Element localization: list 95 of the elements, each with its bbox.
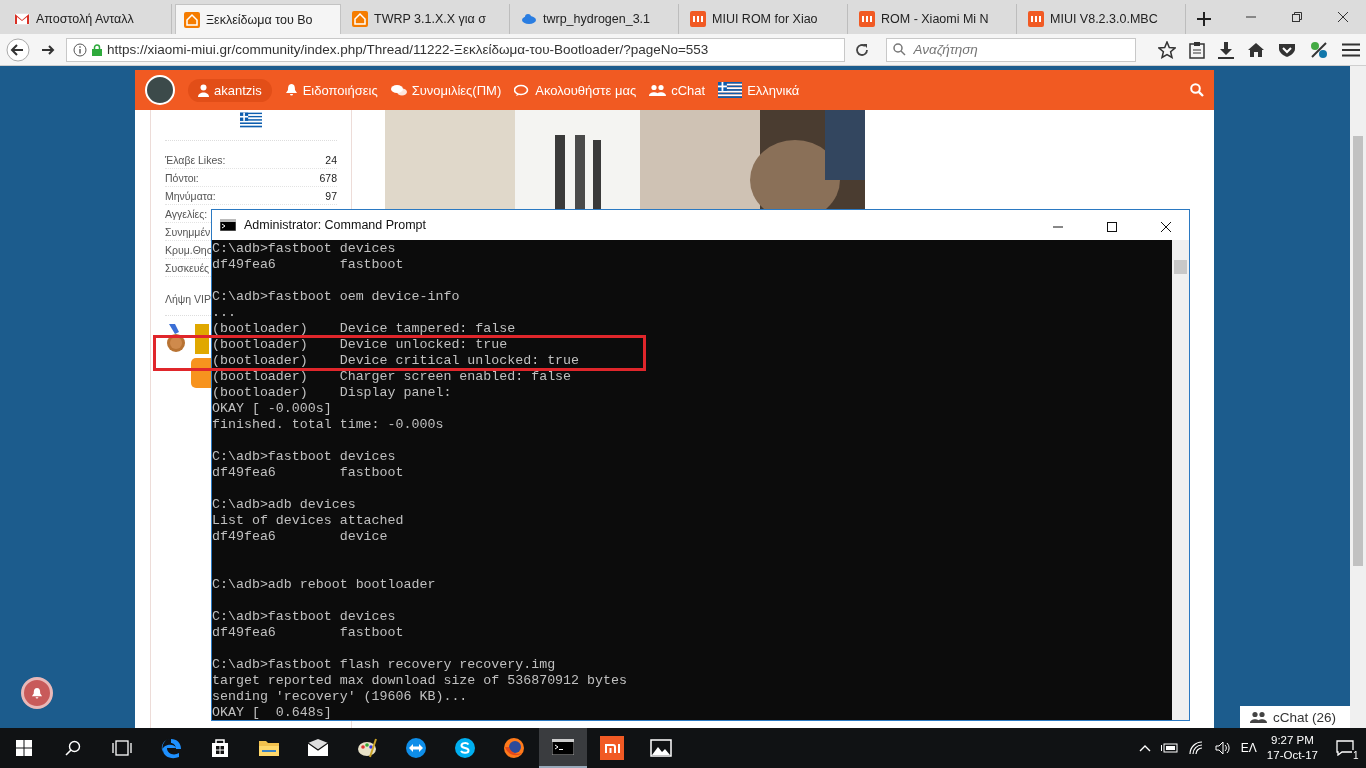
bell-icon bbox=[284, 83, 298, 97]
bag-icon bbox=[209, 737, 231, 759]
medal-icon bbox=[165, 324, 187, 354]
browser-tab[interactable]: Ξεκλείδωμα του Bo bbox=[175, 4, 341, 34]
console-line: (bootloader) Device critical unlocked: true bbox=[212, 353, 581, 369]
palette-icon bbox=[356, 737, 378, 759]
taskbar-app[interactable] bbox=[539, 728, 587, 768]
user-icon bbox=[198, 83, 209, 97]
menu-icon[interactable] bbox=[1342, 42, 1360, 57]
stat-label: Πόντοι: bbox=[165, 171, 199, 184]
info-icon[interactable] bbox=[72, 42, 87, 57]
console-line: OKAY [ -0.000s] bbox=[212, 401, 333, 417]
stat-label: Μηνύματα: bbox=[165, 189, 216, 202]
scrollbar[interactable] bbox=[1172, 240, 1189, 720]
logo-icon bbox=[690, 11, 706, 27]
volume-icon[interactable] bbox=[1214, 741, 1231, 755]
users-icon bbox=[649, 83, 667, 97]
chevron-up-icon[interactable] bbox=[1138, 744, 1151, 752]
console-line: C:\adb>fastboot flash recovery recovery.img bbox=[212, 657, 557, 673]
console-line: (bootloader) Display panel: bbox=[212, 385, 453, 401]
chat-icon bbox=[390, 83, 407, 97]
console-line: df49fea6 device bbox=[212, 529, 389, 545]
console-line: C:\adb>adb devices bbox=[212, 497, 357, 513]
back-button[interactable] bbox=[6, 37, 30, 62]
task-view-icon bbox=[112, 740, 132, 756]
console-line: df49fea6 fastboot bbox=[212, 465, 405, 481]
console-line: List of devices attached bbox=[212, 513, 405, 529]
users-icon bbox=[1250, 710, 1267, 724]
console-line: C:\adb>adb reboot bootloader bbox=[212, 577, 437, 593]
arrows-icon bbox=[405, 737, 427, 759]
search-icon bbox=[65, 740, 81, 756]
message-icon bbox=[1336, 740, 1354, 756]
console-line: finished. total time: -0.000s bbox=[212, 417, 445, 433]
stat-label: Κρυμ.Θησ bbox=[165, 243, 214, 256]
console-line: (bootloader) Device unlocked: true bbox=[212, 337, 509, 353]
search-icon bbox=[893, 43, 907, 56]
browser-icon bbox=[160, 737, 182, 759]
folder-icon bbox=[258, 738, 280, 758]
stat-value: 678 bbox=[319, 171, 337, 184]
stat-label: Αγγελίες: bbox=[165, 207, 208, 220]
fox-globe-icon bbox=[503, 737, 525, 759]
download-icon[interactable] bbox=[1218, 40, 1234, 59]
plus-icon bbox=[1197, 12, 1211, 26]
console-line: C:\adb>fastboot devices bbox=[212, 609, 397, 625]
terminal-icon bbox=[220, 219, 236, 231]
star-icon[interactable] bbox=[1158, 40, 1176, 59]
search-icon[interactable] bbox=[1190, 83, 1204, 97]
action-center-button[interactable]: 1 bbox=[1328, 728, 1362, 768]
address-field[interactable]: https://xiaomi-miui.gr/community/index.php/Thread/11222-Ξεκλείδωμα-του-Bootloader/?pageNo=553 bbox=[65, 37, 845, 62]
console-line: (bootloader) Device tampered: false bbox=[212, 321, 517, 337]
flag-icon bbox=[718, 82, 743, 98]
console-line: target reported max download size of 536870912 bytes bbox=[212, 673, 628, 689]
battery-icon[interactable] bbox=[1160, 742, 1179, 754]
chat-icon bbox=[514, 83, 531, 97]
chat-button[interactable]: cChat (26) bbox=[1240, 706, 1350, 728]
extension-icon[interactable] bbox=[1309, 39, 1329, 60]
home-icon bbox=[352, 11, 368, 27]
logo-icon bbox=[859, 11, 875, 27]
console-line: df49fea6 fastboot bbox=[212, 257, 405, 273]
terminal-icon bbox=[552, 739, 574, 755]
language-indicator[interactable]: ΕΛ bbox=[1240, 741, 1257, 755]
avatar[interactable] bbox=[145, 75, 175, 105]
bell-icon bbox=[31, 686, 43, 700]
console-line: C:\adb>fastboot devices bbox=[212, 449, 397, 465]
console-line: C:\adb>fastboot devices bbox=[212, 241, 397, 257]
shield-icon[interactable] bbox=[1278, 41, 1296, 58]
search-box[interactable]: Αναζήτηση bbox=[886, 37, 1136, 62]
console-line: OKAY [ 0.648s] bbox=[212, 705, 333, 720]
skype-icon bbox=[454, 737, 476, 759]
stat-label: Συνημμέν bbox=[165, 225, 211, 238]
stat-value: 24 bbox=[325, 153, 337, 166]
search-field[interactable]: Αναζήτηση bbox=[911, 41, 1116, 58]
clipboard-icon[interactable] bbox=[1189, 40, 1205, 59]
lock-icon bbox=[91, 43, 102, 56]
home-icon bbox=[184, 11, 200, 28]
stat-value: 97 bbox=[325, 189, 337, 202]
home-icon[interactable] bbox=[1247, 41, 1265, 58]
console-line: sending 'recovery' (19606 KB)... bbox=[212, 689, 469, 705]
logo-icon bbox=[1028, 11, 1044, 27]
mail-icon bbox=[14, 13, 30, 25]
clock[interactable]: 9:27 PM 17-Oct-17 bbox=[1266, 733, 1318, 763]
console-line: df49fea6 fastboot bbox=[212, 625, 405, 641]
scrollbar[interactable] bbox=[1350, 66, 1366, 728]
windows-icon bbox=[16, 740, 32, 756]
image-icon bbox=[650, 739, 672, 757]
envelope-icon bbox=[307, 739, 329, 757]
window-title: Administrator: Command Prompt bbox=[244, 218, 426, 232]
stat-label: Έλαβε Likes: bbox=[165, 153, 226, 166]
wifi-icon[interactable] bbox=[1188, 741, 1205, 755]
stat-label: Συσκευές bbox=[165, 261, 210, 274]
logo-icon bbox=[600, 736, 624, 760]
user-menu[interactable]: akantzis bbox=[188, 78, 272, 102]
console-line: (bootloader) Charger screen enabled: false bbox=[212, 369, 573, 385]
flag-icon bbox=[240, 112, 262, 128]
cloud-icon bbox=[521, 13, 537, 25]
